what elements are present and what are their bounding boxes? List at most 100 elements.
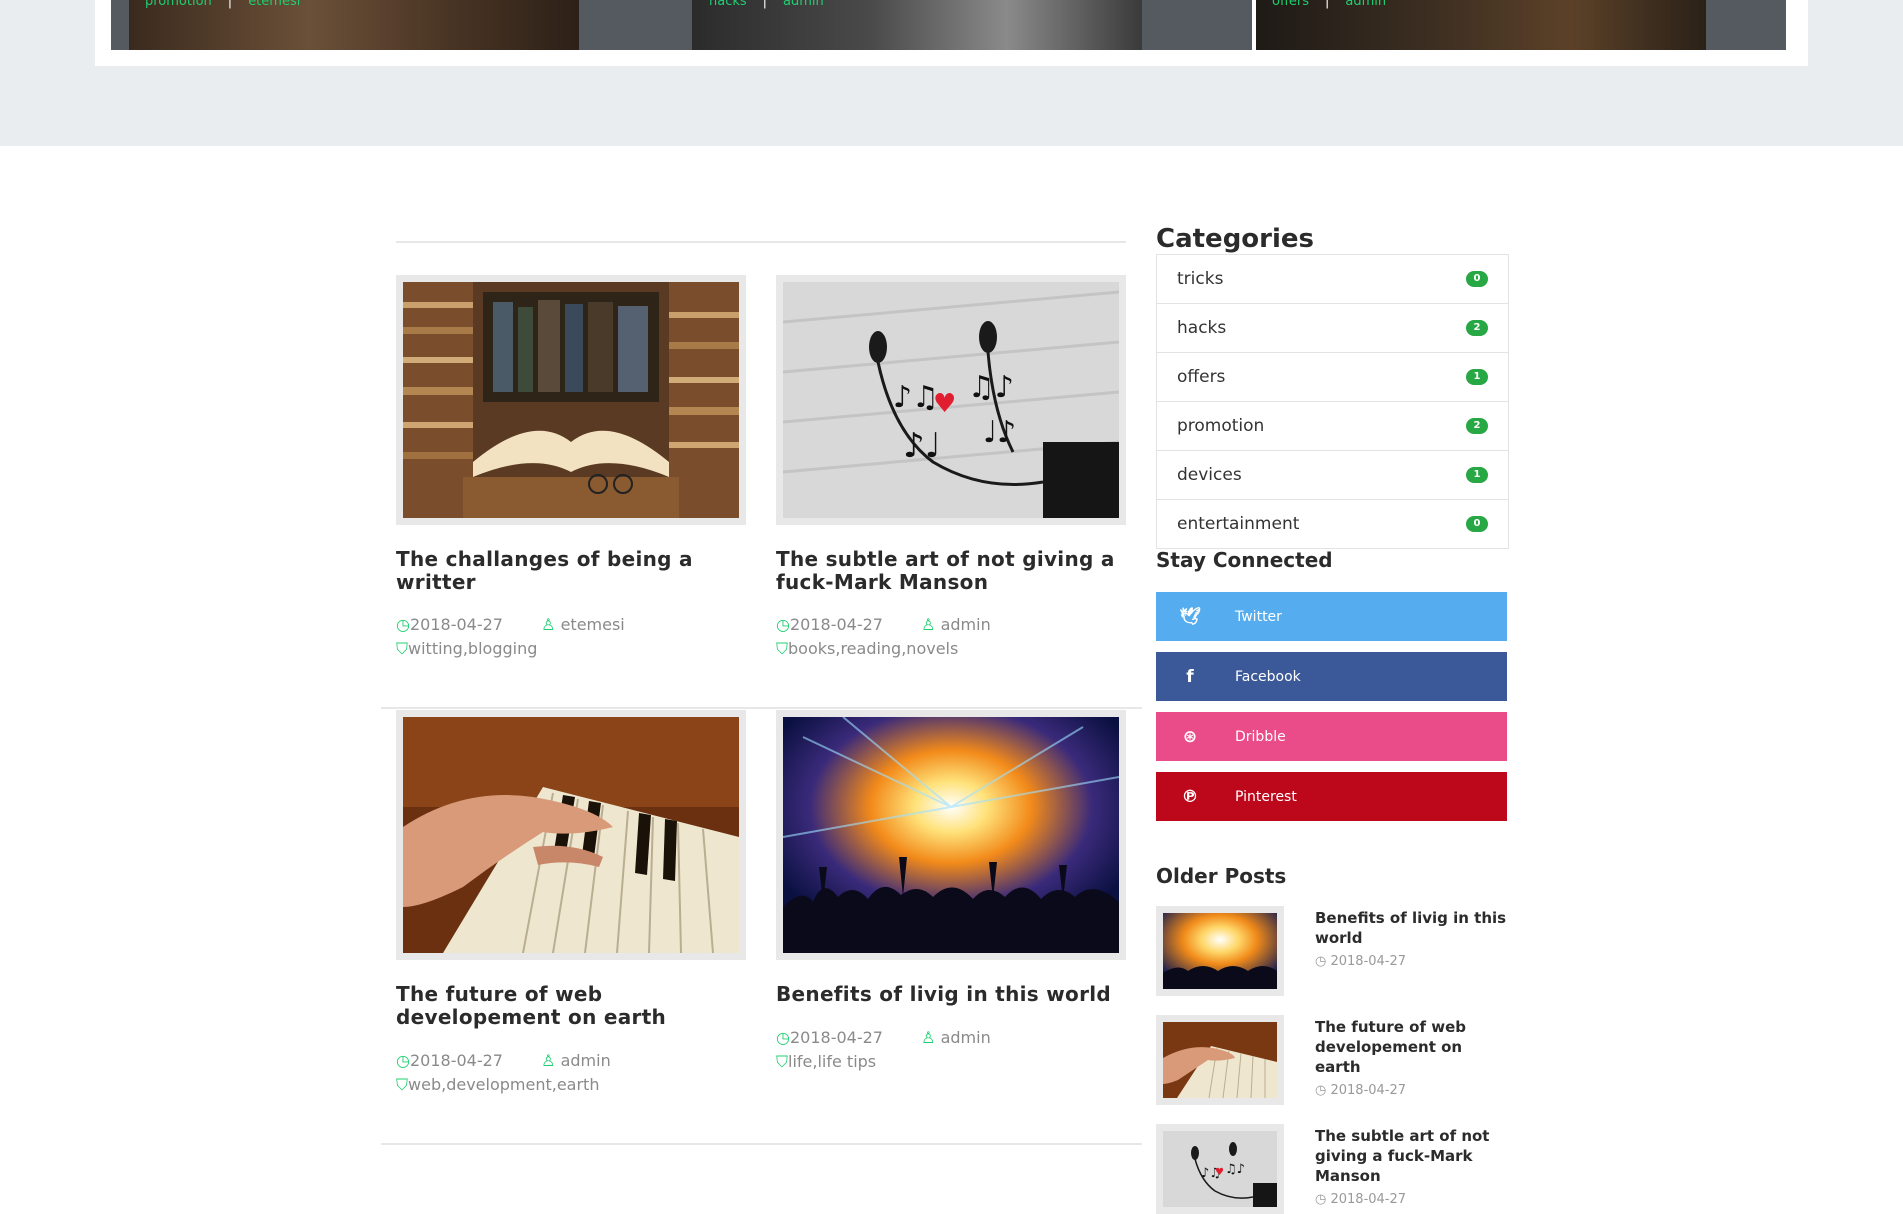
post-date: 2018-04-27 [409, 615, 503, 634]
category-item-entertainment[interactable]: entertainment 0 [1157, 500, 1508, 548]
post-thumbnail-frame[interactable] [776, 710, 1126, 960]
piano-photo [1163, 1022, 1277, 1098]
category-label: hacks [1177, 318, 1227, 338]
older-post-title[interactable]: Benefits of livig in this world [1315, 908, 1510, 948]
category-item-promotion[interactable]: promotion 2 [1157, 402, 1508, 451]
user-icon: ♙ [541, 1051, 556, 1070]
slide-author-link[interactable]: admin [783, 0, 824, 9]
facebook-button[interactable]: f Facebook [1156, 652, 1507, 701]
post-thumbnail-frame[interactable]: ♪♫ ♫♪ ♪♩ ♩♪ ♥ [776, 275, 1126, 525]
clock-icon: ◷ [1315, 954, 1327, 969]
dribbble-button[interactable]: ⊛ Dribble [1156, 712, 1507, 761]
older-post-thumbnail[interactable] [1156, 906, 1284, 996]
category-label: offers [1177, 367, 1226, 387]
post-meta-tags: ⛉life,life tips [776, 1052, 876, 1072]
older-post-title[interactable]: The future of web developement on earth [1315, 1017, 1510, 1077]
slide-2-meta: hacks | admin [709, 0, 824, 9]
category-item-hacks[interactable]: hacks 2 [1157, 304, 1508, 353]
older-post-item[interactable]: ♪♫ ♫♪ ♥ The subtle art of not giving a f… [1156, 1124, 1506, 1214]
earphones-music-photo: ♪♫ ♫♪ ♥ [1163, 1131, 1277, 1207]
post-tags[interactable]: life,life tips [788, 1052, 876, 1071]
category-count-badge: 2 [1466, 320, 1488, 336]
twitter-label: Twitter [1235, 608, 1282, 625]
post-card: ♪♫ ♫♪ ♪♩ ♩♪ ♥ [776, 275, 1126, 525]
svg-text:♪♩: ♪♩ [903, 426, 941, 466]
books-photo [403, 282, 739, 518]
category-count-badge: 2 [1466, 418, 1488, 434]
pinterest-button[interactable]: ℗ Pinterest [1156, 772, 1507, 821]
slide-3[interactable]: offers | admin [1256, 0, 1786, 50]
older-post-date: ◷ 2018-04-27 [1315, 1192, 1407, 1207]
dribbble-icon: ⊛ [1182, 726, 1198, 747]
older-post-thumbnail[interactable] [1156, 1015, 1284, 1105]
user-icon: ♙ [921, 615, 936, 634]
category-label: tricks [1177, 269, 1224, 289]
svg-text:♥: ♥ [933, 389, 956, 419]
slide-author-link[interactable]: etemesi [248, 0, 300, 9]
slide-2[interactable]: hacks | admin [692, 0, 1252, 50]
slide-1[interactable]: promotion | etemesi [111, 0, 693, 50]
post-date: 2018-04-27 [409, 1051, 503, 1070]
post-author[interactable]: admin [941, 1028, 991, 1047]
post-tags[interactable]: witting,blogging [408, 639, 537, 658]
clock-icon: ◷ [396, 1051, 410, 1070]
categories-heading: Categories [1156, 224, 1315, 254]
clock-icon: ◷ [776, 1028, 790, 1047]
concert-photo [1163, 913, 1277, 989]
category-item-tricks[interactable]: tricks 0 [1157, 255, 1508, 304]
post-author[interactable]: admin [561, 1051, 611, 1070]
post-card [396, 710, 746, 960]
slide-category-link[interactable]: offers [1272, 0, 1309, 9]
category-item-offers[interactable]: offers 1 [1157, 353, 1508, 402]
user-icon: ♙ [921, 1028, 936, 1047]
slide-category-link[interactable]: hacks [709, 0, 747, 9]
post-meta-tags: ⛉witting,blogging [396, 639, 537, 659]
tags-icon: ⛉ [776, 1052, 789, 1071]
post-thumbnail-frame[interactable] [396, 275, 746, 525]
post-tags[interactable]: books,reading,novels [788, 639, 958, 658]
category-label: promotion [1177, 416, 1265, 436]
twitter-icon: 🕊 [1179, 606, 1201, 627]
tags-icon: ⛉ [396, 1075, 409, 1094]
post-title[interactable]: The challanges of being a writter [396, 548, 756, 594]
older-post-item[interactable]: Benefits of livig in this world ◷ 2018-0… [1156, 906, 1506, 996]
featured-slider: promotion | etemesi hacks | admin offers | adm… [95, 0, 1808, 66]
post-meta-date-author: ◷2018-04-27 ♙ admin [776, 1028, 991, 1047]
slide-1-meta: promotion | etemesi [145, 0, 300, 9]
post-meta-date-author: ◷2018-04-27 ♙ admin [396, 1051, 611, 1070]
category-label: entertainment [1177, 514, 1300, 534]
category-label: devices [1177, 465, 1242, 485]
slide-category-link[interactable]: promotion [145, 0, 212, 9]
svg-text:♥: ♥ [1215, 1167, 1224, 1178]
post-card [776, 710, 1126, 960]
post-meta-date-author: ◷2018-04-27 ♙ etemesi [396, 615, 625, 634]
top-divider [396, 241, 1126, 243]
post-meta-date-author: ◷2018-04-27 ♙ admin [776, 615, 991, 634]
twitter-button[interactable]: 🕊 Twitter [1156, 592, 1507, 641]
older-post-item[interactable]: The future of web developement on earth … [1156, 1015, 1506, 1105]
post-author[interactable]: etemesi [561, 615, 625, 634]
older-post-date: ◷ 2018-04-27 [1315, 954, 1407, 969]
post-title[interactable]: Benefits of livig in this world [776, 983, 1136, 1006]
concert-photo [783, 717, 1119, 953]
category-count-badge: 1 [1466, 369, 1488, 385]
older-post-thumbnail[interactable]: ♪♫ ♫♪ ♥ [1156, 1124, 1284, 1214]
clock-icon: ◷ [776, 615, 790, 634]
svg-text:♫♪: ♫♪ [1225, 1162, 1245, 1177]
post-title[interactable]: The future of web developement on earth [396, 983, 756, 1029]
post-author[interactable]: admin [941, 615, 991, 634]
slide-author-link[interactable]: admin [1345, 0, 1386, 9]
row-divider [381, 707, 1142, 709]
facebook-icon: f [1186, 666, 1194, 687]
category-count-badge: 1 [1466, 467, 1488, 483]
user-icon: ♙ [541, 615, 556, 634]
post-tags[interactable]: web,development,earth [408, 1075, 599, 1094]
older-post-title[interactable]: The subtle art of not giving a fuck-Mark… [1315, 1126, 1510, 1186]
slide-3-meta: offers | admin [1272, 0, 1386, 9]
post-title[interactable]: The subtle art of not giving a fuck-Mark… [776, 548, 1136, 594]
category-count-badge: 0 [1466, 271, 1488, 287]
category-item-devices[interactable]: devices 1 [1157, 451, 1508, 500]
clock-icon: ◷ [396, 615, 410, 634]
slider-band: promotion | etemesi hacks | admin offers | adm… [0, 0, 1903, 146]
post-thumbnail-frame[interactable] [396, 710, 746, 960]
